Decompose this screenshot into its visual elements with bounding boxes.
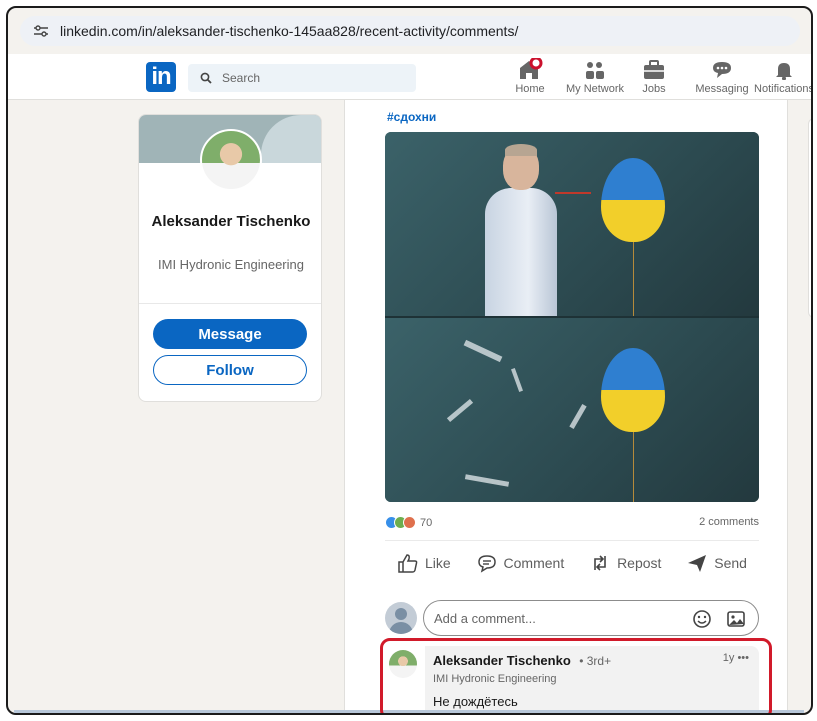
nav-home[interactable]: Home: [510, 56, 550, 98]
comment-author-degree: • 3rd+: [579, 654, 612, 668]
shard: [463, 339, 503, 363]
activity-feed: #сдохни 70 2 comments Like Comment Repos…: [344, 100, 788, 713]
nav-my-network[interactable]: My Network: [562, 56, 628, 98]
comment-author-title: IMI Hydronic Engineering: [433, 673, 557, 685]
balloon-string: [633, 432, 634, 502]
nav-notifications-label: Notifications: [754, 83, 813, 95]
follow-button[interactable]: Follow: [153, 355, 307, 385]
nav-messaging-label: Messaging: [695, 83, 749, 95]
comment-button[interactable]: Comment: [476, 553, 565, 573]
man-figure: [485, 144, 557, 316]
repost-icon: [594, 554, 606, 571]
bottom-bar: [14, 710, 804, 713]
nav-jobs[interactable]: Jobs: [640, 56, 668, 98]
current-user-avatar: [385, 602, 417, 634]
emoji-icon[interactable]: [692, 609, 712, 629]
post-social-counts: 70 2 comments: [385, 514, 759, 534]
balloon-string: [633, 242, 634, 316]
right-rail: [808, 118, 811, 318]
comment-label: Comment: [503, 554, 565, 571]
comment-icon: [477, 554, 496, 573]
dart: [555, 192, 591, 194]
post-actions: Like Comment Repost Send: [385, 540, 759, 584]
comment-body: Aleksander Tischenko • 3rd+ IMI Hydronic…: [425, 646, 759, 713]
nav-notifications[interactable]: Notifications: [754, 56, 813, 98]
nav-my-network-label: My Network: [565, 83, 625, 95]
briefcase-icon: [644, 60, 664, 79]
comment-author-name[interactable]: Aleksander Tischenko: [433, 653, 571, 668]
comment-text: Не дождётесь: [433, 694, 518, 709]
shard: [446, 398, 474, 423]
send-icon: [688, 554, 707, 572]
thumbs-up-icon: [398, 553, 418, 573]
comments-count[interactable]: 2 comments: [699, 516, 759, 528]
reactions[interactable]: 70: [385, 516, 432, 529]
search-input[interactable]: Search: [188, 64, 416, 92]
reaction-count: 70: [420, 516, 433, 529]
site-settings-icon[interactable]: [32, 22, 50, 40]
like-label: Like: [425, 554, 451, 571]
url-text: linkedin.com/in/aleksander-tischenko-145…: [60, 23, 519, 39]
bell-icon: [776, 63, 792, 80]
profile-name[interactable]: Aleksander Tischenko: [139, 211, 321, 233]
love-reaction-icon: [403, 516, 416, 529]
send-label: Send: [714, 554, 747, 571]
comment-item: Aleksander Tischenko • 3rd+ IMI Hydronic…: [385, 646, 759, 713]
network-icon: [586, 62, 604, 79]
address-bar[interactable]: linkedin.com/in/aleksander-tischenko-145…: [20, 16, 800, 46]
balloon: [601, 348, 665, 432]
shard: [464, 474, 510, 487]
profile-divider: [139, 303, 321, 304]
browser-window: linkedin.com/in/aleksander-tischenko-145…: [6, 6, 813, 715]
search-placeholder: Search: [222, 71, 261, 85]
comment-input[interactable]: Add a comment...: [423, 600, 759, 636]
image-panel-top: [385, 132, 759, 316]
image-upload-icon[interactable]: [726, 609, 746, 629]
comment-time-and-menu[interactable]: 1y •••: [723, 652, 749, 664]
message-icon: [713, 62, 731, 78]
repost-button[interactable]: Repost: [589, 553, 661, 573]
profile-company: IMI Hydronic Engineering: [158, 257, 304, 272]
profile-card: Aleksander Tischenko IMI Hydronic Engine…: [138, 114, 322, 402]
comment-box: Add a comment...: [385, 598, 759, 636]
post-hashtag[interactable]: #сдохни: [387, 110, 436, 124]
balloon: [601, 158, 665, 242]
comment-placeholder: Add a comment...: [434, 610, 536, 626]
repost-label: Repost: [617, 554, 662, 571]
send-button[interactable]: Send: [686, 553, 747, 573]
home-icon: [520, 58, 543, 79]
linkedin-logo[interactable]: in: [146, 62, 176, 92]
nav-messaging[interactable]: Messaging: [694, 56, 750, 98]
like-button[interactable]: Like: [397, 553, 451, 573]
shard: [569, 403, 587, 430]
comment-author-avatar[interactable]: [389, 650, 417, 678]
top-navigation: in Search Home My Network Jobs Messaging…: [8, 54, 813, 100]
post-image[interactable]: [385, 132, 759, 502]
message-button[interactable]: Message: [153, 319, 307, 349]
nav-home-label: Home: [515, 83, 545, 95]
image-panel-bottom: [385, 318, 759, 502]
search-icon: [200, 72, 212, 84]
profile-avatar[interactable]: [200, 129, 262, 191]
shard: [511, 368, 523, 392]
nav-jobs-label: Jobs: [642, 83, 666, 95]
